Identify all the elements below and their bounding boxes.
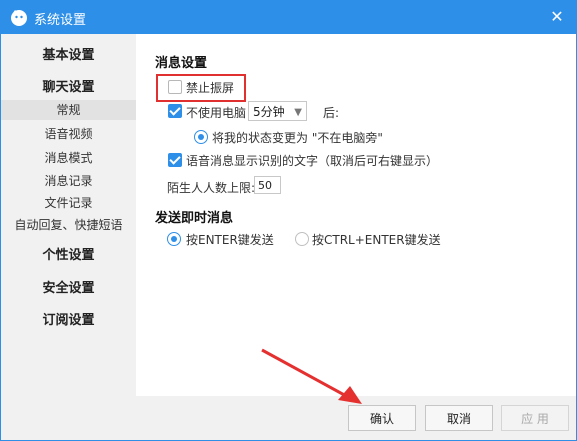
sidebar-item-chat[interactable]: 聊天设置 — [1, 76, 136, 95]
idle-after-label: 后: — [323, 106, 340, 120]
sidebar-item-personalize[interactable]: 个性设置 — [1, 244, 136, 263]
chevron-down-icon: ▼ — [294, 107, 302, 118]
footer-bar: 确认 取消 应 用 — [1, 396, 576, 440]
away-status-radio[interactable] — [194, 130, 208, 144]
sidebar-item-message-history[interactable]: 消息记录 — [1, 172, 136, 189]
send-enter-label: 按ENTER键发送 — [186, 233, 274, 247]
send-enter-radio[interactable] — [167, 232, 181, 246]
send-ctrl-enter-label: 按CTRL+ENTER键发送 — [312, 233, 441, 247]
away-status-label: 将我的状态变更为 "不在电脑旁" — [212, 131, 383, 145]
stranger-limit-label: 陌生人人数上限: — [167, 181, 256, 195]
idle-duration-value: 5分钟 — [253, 105, 285, 119]
stranger-limit-input[interactable]: 50 — [254, 176, 281, 194]
sidebar-item-basic[interactable]: 基本设置 — [1, 44, 136, 63]
app-logo-icon — [11, 10, 27, 26]
sidebar-item-file-history[interactable]: 文件记录 — [1, 194, 136, 211]
confirm-button[interactable]: 确认 — [348, 405, 416, 431]
send-ctrl-enter-radio[interactable] — [295, 232, 309, 246]
sidebar-item-voice-video[interactable]: 语音视频 — [1, 125, 136, 142]
idle-checkbox[interactable] — [168, 104, 182, 118]
voice-text-label: 语音消息显示识别的文字（取消后可右键显示） — [186, 154, 439, 168]
send-settings-title: 发送即时消息 — [155, 211, 234, 226]
idle-duration-select[interactable]: 5分钟 ▼ — [248, 101, 307, 121]
sidebar-item-general[interactable]: 常规 — [1, 100, 136, 120]
window-title: 系统设置 — [34, 13, 87, 28]
close-button[interactable]: ✕ — [545, 5, 569, 29]
settings-content: 消息设置 禁止振屏 不使用电脑 5分钟 ▼ 后: 将我的状态变更为 "不在电脑旁… — [136, 34, 576, 396]
title-bar: 系统设置 ✕ — [0, 0, 577, 34]
apply-button[interactable]: 应 用 — [501, 405, 569, 431]
disable-shake-label: 禁止振屏 — [186, 81, 235, 95]
disable-shake-checkbox[interactable] — [168, 80, 182, 94]
sidebar-item-security[interactable]: 安全设置 — [1, 277, 136, 296]
sidebar-item-subscription[interactable]: 订阅设置 — [1, 309, 136, 328]
cancel-button[interactable]: 取消 — [425, 405, 493, 431]
message-settings-title: 消息设置 — [155, 56, 208, 71]
sidebar: 基本设置 聊天设置 常规 语音视频 消息模式 消息记录 文件记录 自动回复、快捷… — [1, 34, 136, 396]
settings-window: 系统设置 ✕ 基本设置 聊天设置 常规 语音视频 消息模式 消息记录 文件记录 … — [0, 0, 577, 441]
idle-label: 不使用电脑 — [186, 106, 247, 120]
sidebar-item-message-mode[interactable]: 消息模式 — [1, 149, 136, 166]
sidebar-item-auto-reply[interactable]: 自动回复、快捷短语 — [1, 216, 136, 233]
voice-text-checkbox[interactable] — [168, 153, 182, 167]
